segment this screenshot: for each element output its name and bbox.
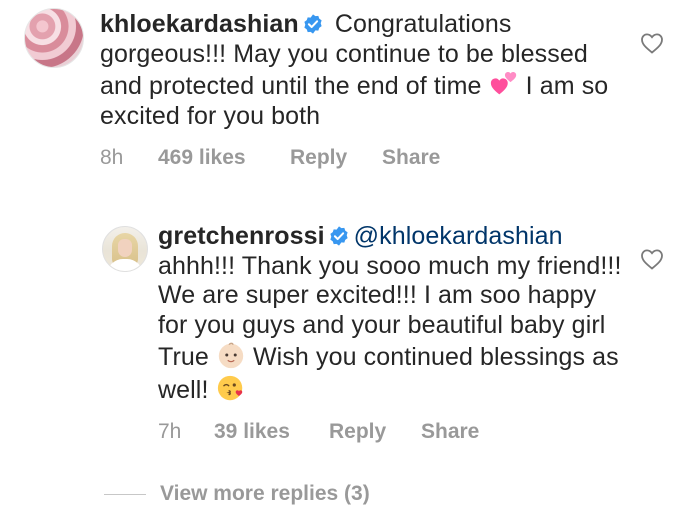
reply-button[interactable]: Reply	[329, 420, 421, 444]
timestamp: 7h	[158, 420, 182, 443]
baby-emoji	[218, 342, 244, 369]
share-button[interactable]: Share	[421, 420, 479, 444]
mention-link[interactable]: @khloekardashian	[354, 222, 563, 250]
likes-count[interactable]: 469 likes	[158, 146, 290, 170]
view-more-replies-button[interactable]: View more replies (3)	[104, 482, 370, 506]
divider-line	[104, 493, 146, 495]
verified-badge-icon	[304, 14, 322, 34]
comment-meta: 7h 39 likes Reply Share	[158, 420, 479, 444]
timestamp: 8h	[100, 146, 124, 169]
share-button[interactable]: Share	[382, 146, 440, 170]
kissing-face-emoji	[217, 375, 242, 400]
verified-badge-icon	[330, 226, 348, 246]
reply-button[interactable]: Reply	[290, 146, 382, 170]
comment-text: gretchenrossi @khloekardashian ahhh!!! Th…	[158, 222, 628, 405]
two-hearts-emoji	[490, 72, 516, 95]
likes-count[interactable]: 39 likes	[214, 420, 329, 444]
heart-outline-icon[interactable]	[640, 32, 664, 54]
view-more-label[interactable]: View more replies (3)	[160, 482, 370, 506]
username[interactable]: khloekardashian	[100, 10, 299, 38]
username[interactable]: gretchenrossi	[158, 222, 325, 250]
avatar[interactable]	[102, 226, 148, 272]
heart-outline-icon[interactable]	[640, 248, 664, 270]
comment-meta: 8h 469 likes Reply Share	[100, 146, 440, 170]
avatar[interactable]	[24, 8, 84, 68]
comment-text: khloekardashian Congratulations gorgeous…	[100, 10, 620, 131]
